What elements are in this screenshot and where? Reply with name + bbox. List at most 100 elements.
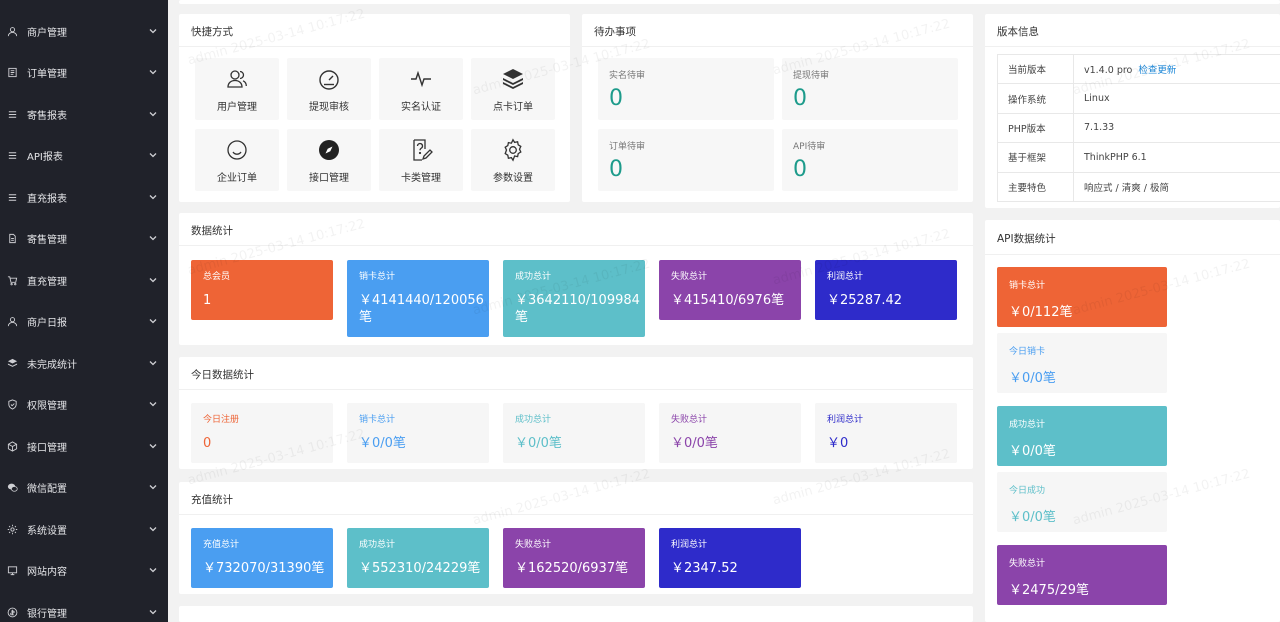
sidebar-item-label: 接口管理 xyxy=(27,442,67,454)
recharge-profit[interactable]: 利润总计 ￥2347.52 xyxy=(659,528,801,588)
chevron-down-icon xyxy=(148,109,158,119)
stat-fail-total[interactable]: 失败总计 ￥415410/6976笔 xyxy=(659,260,801,320)
sidebar-item-wechat[interactable]: 微信配置 xyxy=(0,467,168,507)
table-row: 操作系统 Linux xyxy=(997,83,1280,114)
stat-value: 1 xyxy=(203,293,212,308)
stat-label: 销卡总计 xyxy=(1009,281,1046,291)
stat-value: ￥415410/6976笔 xyxy=(671,293,785,308)
pending-order[interactable]: 订单待审 0 xyxy=(598,129,774,191)
sidebar-item-api-report[interactable]: API报表 xyxy=(0,135,168,175)
api-today-success[interactable]: 今日成功 ￥0/0笔 xyxy=(997,472,1167,532)
api-stats-title: API数据统计 xyxy=(997,233,1056,245)
sidebar-item-orders[interactable]: 订单管理 xyxy=(0,52,168,92)
recharge-total[interactable]: 充值总计 ￥732070/31390笔 xyxy=(191,528,333,588)
sidebar-item-label: 直充管理 xyxy=(27,276,67,288)
today-sell[interactable]: 销卡总计 ￥0/0笔 xyxy=(347,403,489,463)
api-fail-total[interactable]: 失败总计 ￥2475/29笔 xyxy=(997,545,1167,605)
quick-card-type[interactable]: 卡类管理 xyxy=(379,129,463,191)
pending-label: 订单待审 xyxy=(609,142,646,152)
api-today-sell[interactable]: 今日销卡 ￥0/0笔 xyxy=(997,333,1167,393)
recharge-success[interactable]: 成功总计 ￥552310/24229笔 xyxy=(347,528,489,588)
chevron-down-icon xyxy=(148,192,158,202)
quick-shortcuts-title: 快捷方式 xyxy=(191,26,233,38)
pending-value: 0 xyxy=(609,86,623,111)
bank-icon xyxy=(5,605,19,619)
version-value: 响应式 / 清爽 / 极简 xyxy=(1073,171,1280,202)
sidebar-item-merchant[interactable]: 商户管理 xyxy=(0,11,168,51)
pending-api[interactable]: API待审 0 xyxy=(782,129,958,191)
top-strip xyxy=(179,0,1280,4)
sidebar-item-consign-report[interactable]: 寄售报表 xyxy=(0,94,168,134)
stat-label: 今日成功 xyxy=(1009,486,1046,496)
stack-icon xyxy=(500,66,526,92)
stat-sell-total[interactable]: 销卡总计 ￥4141440/120056笔 xyxy=(347,260,489,337)
cart-icon xyxy=(5,273,19,287)
sidebar-item-label: 系统设置 xyxy=(27,525,67,537)
sidebar-item-label: 订单管理 xyxy=(27,68,67,80)
stat-value: ￥0/0笔 xyxy=(1009,510,1056,525)
pending-realname[interactable]: 实名待审 0 xyxy=(598,58,774,120)
sidebar: 商户管理 订单管理 寄售报表 API报表 直充报表 寄售管理 直充管理 商户日报 xyxy=(0,0,168,622)
sidebar-item-label: 微信配置 xyxy=(27,483,67,495)
sidebar-item-label: 寄售报表 xyxy=(27,110,67,122)
chevron-down-icon xyxy=(148,524,158,534)
sidebar-item-consign-manage[interactable]: 寄售管理 xyxy=(0,218,168,258)
today-register[interactable]: 今日注册 0 xyxy=(191,403,333,463)
pending-value: 0 xyxy=(793,86,807,111)
check-update-link[interactable]: 检查更新 xyxy=(1138,65,1176,76)
table-row: 基于框架 ThinkPHP 6.1 xyxy=(997,142,1280,173)
api-sell-total[interactable]: 销卡总计 ￥0/112笔 xyxy=(997,267,1167,327)
quick-shortcuts-panel: 快捷方式 用户管理 提现审核 实名认证 点卡订单 企业订单 接口管理 卡类管理 … xyxy=(179,14,570,202)
list-icon xyxy=(5,65,19,79)
api-success-total[interactable]: 成功总计 ￥0/0笔 xyxy=(997,406,1167,466)
stat-total-members[interactable]: 总会员 1 xyxy=(191,260,333,320)
data-stats-panel: 数据统计 总会员 1 销卡总计 ￥4141440/120056笔 成功总计 ￥3… xyxy=(179,213,973,345)
stat-value: ￥0/0笔 xyxy=(515,436,562,451)
quick-card-orders[interactable]: 点卡订单 xyxy=(471,58,555,120)
pending-withdraw[interactable]: 提现待审 0 xyxy=(782,58,958,120)
divider xyxy=(179,514,973,515)
sidebar-item-permissions[interactable]: 权限管理 xyxy=(0,384,168,424)
recharge-stats-panel: 充值统计 充值总计 ￥732070/31390笔 成功总计 ￥552310/24… xyxy=(179,482,973,594)
help-edit-icon xyxy=(408,137,434,163)
sidebar-item-merchant-daily[interactable]: 商户日报 xyxy=(0,301,168,341)
stat-value: ￥0/0笔 xyxy=(359,436,406,451)
quick-interface-manage[interactable]: 接口管理 xyxy=(287,129,371,191)
sidebar-item-label: 寄售管理 xyxy=(27,234,67,246)
stat-value: ￥25287.42 xyxy=(827,293,903,308)
sidebar-item-incomplete-stats[interactable]: 未完成统计 xyxy=(0,343,168,383)
chevron-down-icon xyxy=(148,67,158,77)
divider xyxy=(179,46,570,47)
quick-enterprise-orders[interactable]: 企业订单 xyxy=(195,129,279,191)
data-stats-title: 数据统计 xyxy=(191,225,233,237)
quick-label: 用户管理 xyxy=(217,101,257,113)
stat-success-total[interactable]: 成功总计 ￥3642110/109984笔 xyxy=(503,260,645,337)
quick-user-manage[interactable]: 用户管理 xyxy=(195,58,279,120)
quick-param-settings[interactable]: 参数设置 xyxy=(471,129,555,191)
stat-label: 失败总计 xyxy=(671,415,708,425)
stat-profit-total[interactable]: 利润总计 ￥25287.42 xyxy=(815,260,957,320)
sidebar-item-label: 银行管理 xyxy=(27,608,67,620)
stat-label: 失败总计 xyxy=(671,272,708,282)
stat-value: ￥3642110/109984笔 xyxy=(515,293,640,325)
version-value: 7.1.33 xyxy=(1073,112,1280,144)
sidebar-item-bank[interactable]: 银行管理 xyxy=(0,592,168,622)
today-profit[interactable]: 利润总计 ￥0 xyxy=(815,403,957,463)
today-fail[interactable]: 失败总计 ￥0/0笔 xyxy=(659,403,801,463)
sidebar-item-interface[interactable]: 接口管理 xyxy=(0,426,168,466)
sidebar-item-recharge-report[interactable]: 直充报表 xyxy=(0,177,168,217)
stat-value: ￥552310/24229笔 xyxy=(359,561,481,576)
version-title: 版本信息 xyxy=(997,26,1039,38)
sidebar-item-site-content[interactable]: 网站内容 xyxy=(0,550,168,590)
quick-realname[interactable]: 实名认证 xyxy=(379,58,463,120)
sidebar-item-system-settings[interactable]: 系统设置 xyxy=(0,509,168,549)
sidebar-item-recharge-manage[interactable]: 直充管理 xyxy=(0,260,168,300)
menu-icon xyxy=(5,107,19,121)
chevron-down-icon xyxy=(148,316,158,326)
menu-icon xyxy=(5,148,19,162)
recharge-fail[interactable]: 失败总计 ￥162520/6937笔 xyxy=(503,528,645,588)
chevron-down-icon xyxy=(148,26,158,36)
today-success[interactable]: 成功总计 ￥0/0笔 xyxy=(503,403,645,463)
document-icon xyxy=(5,231,19,245)
quick-withdraw-review[interactable]: 提现审核 xyxy=(287,58,371,120)
